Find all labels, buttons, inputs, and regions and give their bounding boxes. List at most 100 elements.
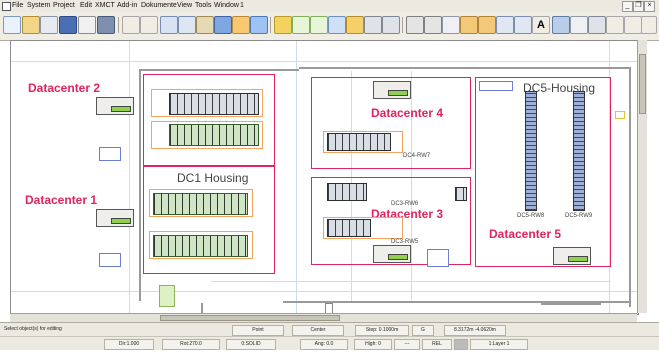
color-swatch[interactable]	[454, 339, 468, 350]
dc1-info-panel[interactable]	[96, 209, 134, 227]
dc1-rack-row[interactable]	[153, 193, 248, 215]
zoom-window-icon[interactable]	[641, 16, 657, 34]
dc3-rack-single[interactable]	[455, 187, 467, 201]
dc2-rack-row[interactable]	[169, 93, 259, 115]
building-wall	[629, 67, 631, 307]
direction[interactable]: Dir:1.000	[104, 339, 154, 350]
grid-toggle[interactable]: G	[412, 325, 434, 336]
dc3-info-panel[interactable]	[373, 245, 411, 263]
email-icon[interactable]	[78, 16, 96, 34]
building-wall	[299, 67, 629, 69]
undo-icon[interactable]	[122, 16, 140, 34]
minimize-button[interactable]: _	[622, 1, 633, 12]
layer-select[interactable]: 1:Layer 1	[470, 339, 528, 350]
columns-icon[interactable]	[588, 16, 606, 34]
step-size[interactable]: Step: 0.1000m	[355, 325, 409, 336]
save-folder-icon[interactable]	[40, 16, 58, 34]
save-icon[interactable]	[59, 16, 77, 34]
text-icon[interactable]: A	[532, 16, 550, 34]
device-legend-box[interactable]	[427, 249, 449, 267]
dc5-rack-column[interactable]	[525, 91, 537, 211]
datacenter-4-label: Datacenter 4	[371, 106, 444, 120]
status-bar-secondary: Dir:1.000 Rot:270.0 0:SOLID Ang: 0.0 Hig…	[0, 336, 659, 350]
scroll-thumb[interactable]	[639, 54, 646, 114]
vertical-scrollbar[interactable]	[637, 40, 647, 313]
menu-one[interactable]: 1	[240, 2, 244, 9]
drawing-canvas[interactable]: Datacenter 2 Datacenter 1 DC1 Housing Da…	[10, 40, 639, 315]
datacenter-1-label: Datacenter 1	[25, 193, 98, 207]
dc2-rack-row[interactable]	[169, 124, 259, 146]
copy-icon[interactable]	[178, 16, 196, 34]
move-icon[interactable]	[364, 16, 382, 34]
datacenter-2-label: Datacenter 2	[28, 81, 101, 95]
device-legend-box[interactable]	[99, 253, 121, 267]
grid-line	[11, 61, 638, 62]
dc5-rw8-label: DC5-RW8	[517, 213, 545, 219]
dc1-rack-row[interactable]	[153, 235, 248, 257]
snap-center[interactable]: Center	[292, 325, 344, 336]
dc3-rack-row[interactable]	[327, 219, 371, 237]
unplaced-device[interactable]	[159, 285, 175, 307]
new-icon[interactable]	[3, 16, 21, 34]
rotation[interactable]: Rot:270.0	[162, 339, 220, 350]
menu-system[interactable]: System	[27, 2, 50, 9]
door-icon[interactable]	[424, 16, 442, 34]
print-icon[interactable]	[97, 16, 115, 34]
menu-tools[interactable]: Tools	[195, 2, 211, 9]
snap-point[interactable]: Point	[232, 325, 284, 336]
line-icon[interactable]	[442, 16, 460, 34]
menu-edit[interactable]: Edit	[80, 2, 92, 9]
menu-add-in[interactable]: Add-in	[117, 2, 137, 9]
paste-icon[interactable]	[196, 16, 214, 34]
shape2-icon[interactable]	[478, 16, 496, 34]
cut-icon[interactable]	[160, 16, 178, 34]
route-icon[interactable]	[310, 16, 328, 34]
menu-project[interactable]: Project	[53, 2, 75, 9]
table-icon[interactable]	[346, 16, 364, 34]
dc2-info-panel[interactable]	[96, 97, 134, 115]
height[interactable]: High: 0	[354, 339, 392, 350]
horizontal-scrollbar[interactable]	[10, 313, 637, 322]
layer-icon[interactable]	[552, 16, 570, 34]
zoom-in-icon[interactable]	[606, 16, 624, 34]
shape-icon[interactable]	[460, 16, 478, 34]
tools-icon[interactable]	[250, 16, 268, 34]
menu-dokumente[interactable]: Dokumente	[141, 2, 177, 9]
restore-button[interactable]: ❐	[633, 1, 644, 12]
grid-line	[211, 281, 611, 282]
line-style[interactable]: 0:SOLID	[226, 339, 276, 350]
menu-xmct[interactable]: XMCT	[95, 2, 115, 9]
datacenter-2-room[interactable]	[143, 74, 275, 166]
dc1-housing-label: DC1 Housing	[177, 171, 249, 185]
dc4-info-panel[interactable]	[373, 81, 411, 99]
dc3-rack-row[interactable]	[327, 183, 367, 201]
page-icon[interactable]	[570, 16, 588, 34]
link-icon[interactable]	[328, 16, 346, 34]
zoom-out-icon[interactable]	[624, 16, 642, 34]
connect-icon[interactable]	[292, 16, 310, 34]
scroll-thumb[interactable]	[160, 315, 340, 321]
relative-toggle[interactable]: REL	[422, 339, 452, 350]
device-legend-box[interactable]	[615, 111, 625, 119]
open-icon[interactable]	[22, 16, 40, 34]
close-button[interactable]: ×	[644, 1, 655, 12]
menu-view[interactable]: View	[177, 2, 192, 9]
dc4-rack-row[interactable]	[327, 133, 391, 151]
dc5-info-panel[interactable]	[553, 247, 591, 265]
angle[interactable]: Ang: 0.0	[300, 339, 348, 350]
dash-field[interactable]: ---	[394, 339, 420, 350]
wall-icon[interactable]	[406, 16, 424, 34]
palette-icon[interactable]	[232, 16, 250, 34]
rotate-icon[interactable]	[382, 16, 400, 34]
dimension-icon[interactable]	[514, 16, 532, 34]
redo-icon[interactable]	[140, 16, 158, 34]
grid-icon[interactable]	[274, 16, 292, 34]
dc5-rack-column[interactable]	[573, 91, 585, 211]
measure-icon[interactable]	[496, 16, 514, 34]
building-wall	[139, 69, 299, 71]
menu-window[interactable]: Window	[214, 2, 239, 9]
properties-icon[interactable]	[214, 16, 232, 34]
device-legend-box[interactable]	[99, 147, 121, 161]
menu-file[interactable]: File	[12, 2, 23, 9]
device-legend-box[interactable]	[479, 81, 513, 91]
